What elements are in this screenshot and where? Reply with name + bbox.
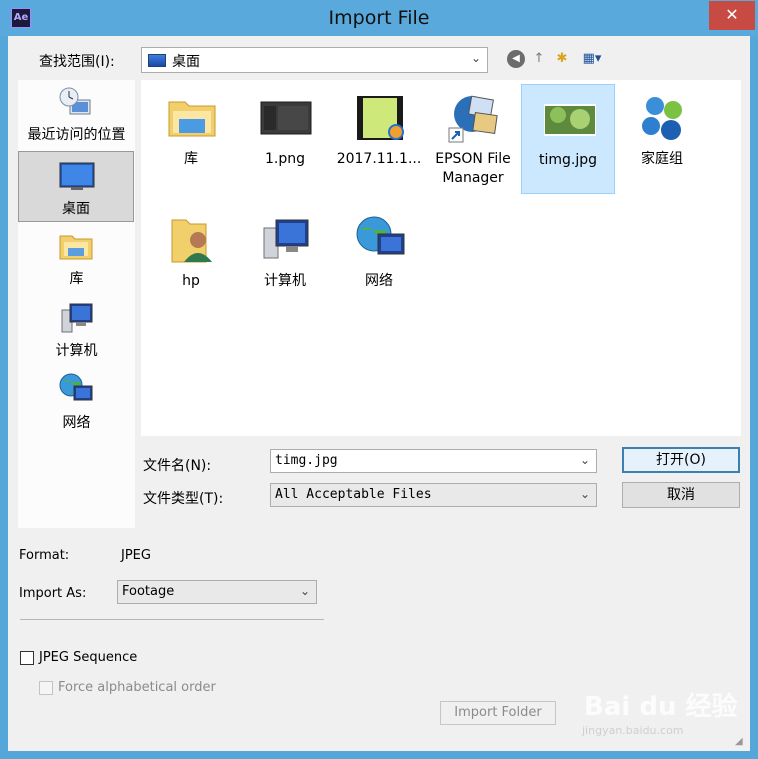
look-in-label: 查找范围(I): (39, 54, 115, 70)
file-label: EPSON File Manager (435, 151, 511, 186)
chevron-down-icon[interactable]: ⌄ (580, 453, 590, 467)
import-as-label: Import As: (19, 586, 87, 601)
jpeg-sequence-checkbox[interactable] (20, 651, 34, 665)
file-label: timg.jpg (538, 152, 598, 168)
import-as-dropdown[interactable]: Footage ⌄ (117, 580, 317, 604)
format-value: JPEG (121, 548, 151, 563)
place-label-network: 网络 (62, 415, 91, 431)
file-label: 计算机 (264, 273, 306, 289)
file-item-homegroup[interactable]: 家庭组 (615, 84, 709, 194)
file-item-video[interactable]: 2017.11.1... (332, 84, 426, 194)
filename-label: 文件名(N): (143, 458, 212, 474)
computer-icon (263, 219, 309, 259)
png-thumbnail-icon (260, 101, 312, 135)
desktop-icon (148, 54, 166, 67)
title-bar[interactable]: Ae Import File ✕ (0, 0, 758, 36)
window-title: Import File (328, 7, 430, 29)
file-label: hp (182, 273, 200, 289)
places-bar: 最近访问的位置 桌面 库 计算机 网络 (18, 80, 135, 528)
recent-places-icon (59, 87, 91, 115)
filetype-value: All Acceptable Files (275, 487, 432, 502)
place-computer[interactable]: 计算机 (18, 296, 135, 360)
cancel-button[interactable]: 取消 (622, 482, 740, 508)
file-label: 网络 (365, 273, 393, 289)
up-folder-icon[interactable]: ↑ (531, 50, 547, 68)
import-file-dialog: Ae Import File ✕ 查找范围(I): 桌面 ⌄ ◀ ↑ ✱ ▦▾ … (0, 0, 758, 759)
jpg-thumbnail-icon (544, 104, 596, 136)
view-menu-icon[interactable]: ▦▾ (578, 50, 606, 68)
place-network[interactable]: 网络 (18, 368, 135, 432)
dialog-body: 查找范围(I): 桌面 ⌄ ◀ ↑ ✱ ▦▾ 最近访问的位置 桌面 库 计算机 … (8, 36, 750, 751)
import-as-value: Footage (122, 584, 175, 599)
file-label: 2017.11.1... (336, 151, 422, 167)
import-folder-button[interactable]: Import Folder (440, 701, 556, 725)
filename-value: timg.jpg (275, 453, 338, 468)
open-button[interactable]: 打开(O) (622, 447, 740, 473)
new-folder-icon[interactable]: ✱ (553, 50, 571, 68)
chevron-down-icon: ⌄ (299, 584, 310, 598)
filetype-label: 文件类型(T): (143, 491, 224, 507)
file-item-library[interactable]: 库 (144, 84, 238, 194)
network-icon (59, 373, 93, 401)
watermark-logo: Bai du 经验 (584, 692, 738, 722)
place-desktop[interactable]: 桌面 (18, 151, 134, 222)
file-item-epson[interactable]: EPSON File Manager (426, 84, 520, 194)
place-label-computer: 计算机 (55, 343, 98, 359)
library-folder-icon (168, 101, 216, 137)
separator (20, 619, 324, 620)
homegroup-icon (642, 97, 682, 140)
network-icon (356, 216, 405, 255)
chevron-down-icon: ⌄ (470, 51, 481, 65)
place-label-desktop: 桌面 (62, 201, 90, 217)
video-file-icon (357, 96, 404, 140)
back-icon[interactable]: ◀ (507, 50, 525, 68)
file-item-hp[interactable]: hp (144, 206, 238, 316)
file-label: 1.png (264, 151, 305, 167)
user-folder-icon (171, 219, 212, 263)
filename-input[interactable]: timg.jpg ⌄ (270, 449, 597, 473)
file-list-view[interactable]: 库 1.png 2017.11.1... EPSON File Manager … (141, 80, 741, 436)
place-library[interactable]: 库 (18, 224, 135, 288)
watermark-url: jingyan.baidu.com (582, 724, 684, 737)
file-item-timg[interactable]: timg.jpg (521, 84, 615, 194)
place-label-recent: 最近访问的位置 (27, 127, 126, 143)
look-in-value: 桌面 (172, 54, 200, 70)
place-label-library: 库 (69, 271, 84, 287)
look-in-dropdown[interactable]: 桌面 ⌄ (141, 47, 488, 73)
computer-icon (61, 303, 93, 333)
close-button[interactable]: ✕ (709, 1, 755, 30)
place-recent[interactable]: 最近访问的位置 (18, 80, 135, 144)
force-alphabetical-checkbox[interactable] (39, 681, 53, 695)
epson-shortcut-icon (448, 95, 498, 143)
file-label: 库 (184, 151, 198, 167)
desktop-icon (59, 162, 95, 190)
file-label: 家庭组 (641, 151, 683, 167)
library-icon (59, 235, 93, 260)
file-item-1png[interactable]: 1.png (238, 84, 332, 194)
file-item-computer[interactable]: 计算机 (238, 206, 332, 316)
format-label: Format: (19, 548, 70, 563)
force-alphabetical-label: Force alphabetical order (58, 680, 216, 695)
chevron-down-icon: ⌄ (579, 487, 590, 501)
filetype-dropdown[interactable]: All Acceptable Files ⌄ (270, 483, 597, 507)
file-item-network[interactable]: 网络 (332, 206, 426, 316)
jpeg-sequence-label: JPEG Sequence (39, 650, 138, 665)
resize-grip-icon[interactable]: ◢ (735, 736, 747, 748)
